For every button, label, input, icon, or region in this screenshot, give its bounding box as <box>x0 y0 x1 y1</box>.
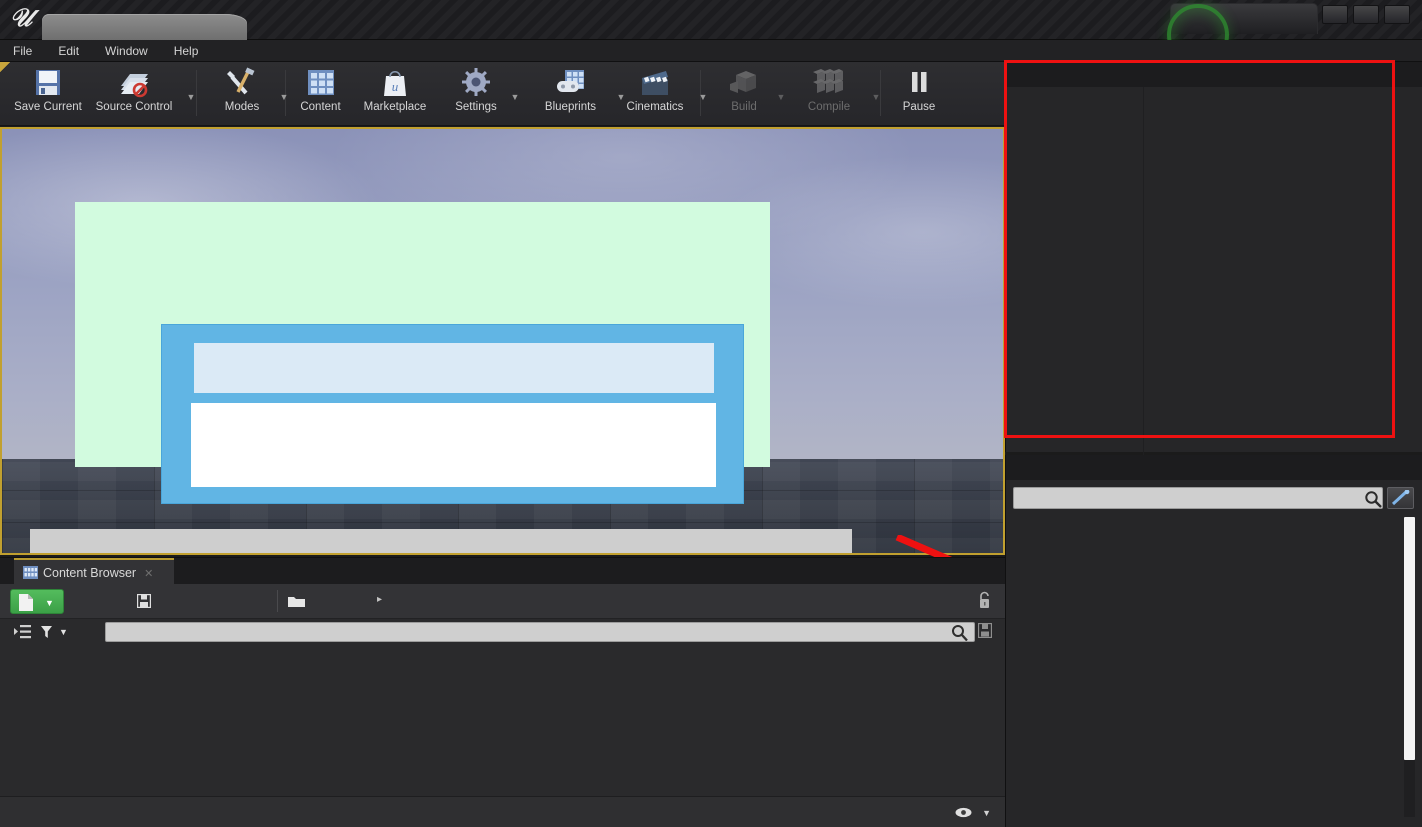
toolbar-button-label: Source Control <box>95 101 173 113</box>
toolbar-cinematics-button[interactable]: Cinematics <box>615 64 695 113</box>
content-browser-filterbar: ▼ <box>0 619 1005 645</box>
chevron-down-icon[interactable]: ▼ <box>870 92 882 102</box>
menu-file[interactable]: File <box>0 40 45 62</box>
toolbar-button-label: Build <box>731 101 757 113</box>
details-tabstrip <box>1006 62 1422 87</box>
widget-tree[interactable] <box>1006 514 1422 827</box>
toolbar-compile-button: Compile <box>790 64 868 113</box>
close-icon[interactable]: ✕ <box>144 568 153 580</box>
widget-white-panel[interactable] <box>191 403 716 487</box>
toolbar-button-label: Pause <box>902 101 936 113</box>
chevron-down-icon: ▼ <box>45 598 54 608</box>
toolbar-settings-button[interactable]: Settings <box>445 64 507 113</box>
menu-help[interactable]: Help <box>161 40 212 62</box>
content-grid-icon <box>307 70 334 95</box>
umg-preview-viewport[interactable] <box>0 127 1005 555</box>
toolbar-corner-marker <box>0 62 10 72</box>
folder-icon <box>288 597 305 607</box>
toolbar-build-button: Build <box>715 64 773 113</box>
title-bar: 𝒰 <box>0 0 1422 66</box>
view-options-button[interactable]: ▼ <box>955 805 991 819</box>
toolbar-button-label: Settings <box>455 101 497 113</box>
toolbar-content-button[interactable]: Content <box>293 64 348 113</box>
toolbar-divider <box>277 590 278 612</box>
toolbar-save-current-button[interactable]: Save Current <box>10 64 86 113</box>
chevron-down-icon: ▼ <box>982 808 991 818</box>
tab-label: Content Browser <box>43 566 137 580</box>
chevron-down-icon[interactable]: ▼ <box>185 92 197 102</box>
unreal-logo-icon[interactable]: 𝒰 <box>6 4 36 34</box>
chevron-down-icon: ▼ <box>59 627 68 637</box>
search-widgets-input[interactable] <box>1013 487 1383 509</box>
new-file-icon <box>19 594 33 611</box>
search-content-input[interactable] <box>105 622 975 642</box>
toolbar-source-control-button[interactable]: Source Control <box>85 64 183 113</box>
toolbar-button-label: Cinematics <box>626 101 684 113</box>
gear-icon <box>462 68 490 96</box>
content-browser-statusbar: ▼ <box>0 796 1005 827</box>
toolbar-button-label: Modes <box>224 101 260 113</box>
toolbar-button-label: Blueprints <box>544 101 597 113</box>
toolbar-marketplace-button[interactable]: u Marketplace <box>350 64 440 113</box>
filters-label[interactable]: ▼ <box>55 624 68 638</box>
blueprint-gamepad-icon <box>556 70 584 92</box>
menu-window[interactable]: Window <box>92 40 161 62</box>
details-column-divider <box>1143 87 1144 487</box>
search-icon[interactable] <box>951 624 968 641</box>
main-toolbar: Save Current Source Control ▼ Modes ▼ Content… <box>0 62 1005 126</box>
toolbar-button-label: Save Current <box>14 101 82 113</box>
search-icon[interactable] <box>1364 490 1382 508</box>
widget-lightblue-field[interactable] <box>194 343 714 393</box>
toolbar-blueprints-button[interactable]: Blueprints <box>528 64 613 113</box>
eye-icon <box>955 807 972 818</box>
menu-bar: File Edit Window Help <box>0 40 1422 62</box>
widget-picker-button[interactable] <box>1387 487 1414 509</box>
widget-blue-panel[interactable] <box>161 324 744 504</box>
filter-funnel-icon[interactable] <box>41 626 52 638</box>
close-button[interactable] <box>1384 5 1410 24</box>
toolbar-button-label: Compile <box>807 101 851 113</box>
widget-gray-button[interactable] <box>30 529 852 553</box>
content-browser-toolbar: ▼ ▸ <box>0 584 1005 619</box>
umg-details-panel <box>1005 62 1422 487</box>
breadcrumb-chevron-icon[interactable]: ▸ <box>377 594 382 605</box>
chevron-down-icon[interactable]: ▼ <box>697 92 709 102</box>
content-browser-asset-grid[interactable] <box>0 645 1005 797</box>
minimize-button[interactable] <box>1322 5 1348 24</box>
shopping-bag-icon: u <box>384 70 406 96</box>
clapperboard-icon <box>642 71 668 95</box>
content-browser-tabstrip: Content Browser ✕ <box>0 558 1005 584</box>
content-browser-panel: Content Browser ✕ ▼ ▸ ▼ ▼ <box>0 557 1005 827</box>
map-tab[interactable] <box>42 14 247 40</box>
maximize-button[interactable] <box>1353 5 1379 24</box>
source-control-icon <box>121 74 148 98</box>
sources-toggle-icon[interactable] <box>14 625 31 639</box>
tree-scrollbar-thumb[interactable] <box>1404 517 1415 760</box>
svg-text:u: u <box>392 79 399 94</box>
chevron-down-icon[interactable]: ▼ <box>278 92 290 102</box>
unlock-icon[interactable] <box>977 591 992 610</box>
compile-boxes-icon <box>813 69 843 93</box>
menu-edit[interactable]: Edit <box>45 40 92 62</box>
build-cube-icon <box>730 71 756 93</box>
toolbar-modes-button[interactable]: Modes <box>208 64 276 113</box>
save-icon <box>137 594 151 608</box>
chevron-down-icon[interactable]: ▼ <box>509 92 521 102</box>
widget-mint-panel[interactable] <box>75 202 770 504</box>
pause-icon <box>912 72 927 92</box>
save-icon[interactable] <box>978 623 992 638</box>
wrench-hammer-icon <box>227 67 255 95</box>
content-browser-icon <box>23 566 38 579</box>
chevron-down-icon[interactable]: ▼ <box>775 92 787 102</box>
tab-content-browser[interactable]: Content Browser ✕ <box>14 558 174 584</box>
toolbar-button-label: Content <box>300 101 341 113</box>
umg-outliner-panel <box>1005 455 1422 827</box>
outliner-tabstrip <box>1006 455 1422 480</box>
toolbar-button-label: Marketplace <box>363 101 427 113</box>
project-tab[interactable] <box>1170 3 1318 34</box>
toolbar-pause-button[interactable]: Pause <box>890 64 948 113</box>
eyedropper-icon <box>1391 490 1410 506</box>
add-import-button[interactable]: ▼ <box>10 589 64 614</box>
floppy-disk-icon <box>36 70 60 95</box>
